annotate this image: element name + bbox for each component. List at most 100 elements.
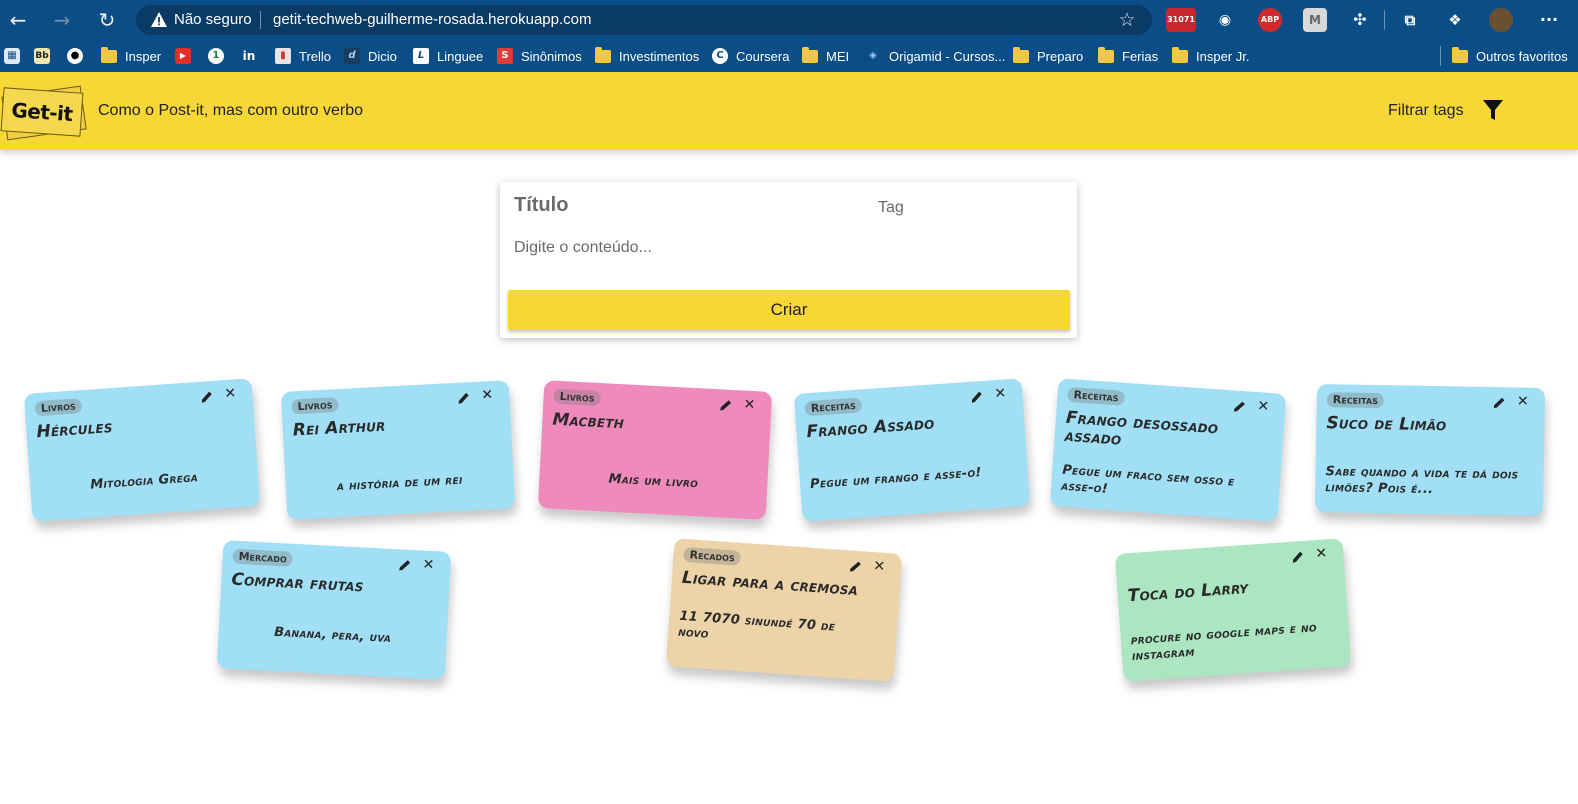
bookmark-dicio[interactable]: d Dicio xyxy=(344,45,397,67)
note-tag[interactable]: Recados xyxy=(683,546,742,566)
extensions-puzzle-icon[interactable]: ✣ xyxy=(1348,8,1372,32)
bookmark-linguee[interactable]: L Linguee xyxy=(413,45,483,67)
note-title: Toca do Larry xyxy=(1127,577,1249,607)
edit-icon[interactable] xyxy=(717,397,734,414)
browser-toolbar: ← → ↻ Não seguro getit-techweb-guilherme… xyxy=(0,0,1578,40)
bookmark-preparo[interactable]: Preparo xyxy=(1013,45,1083,67)
bookmark-mei[interactable]: MEI xyxy=(802,45,849,67)
bookmark-ferias[interactable]: Ferias xyxy=(1098,45,1158,67)
note-tag[interactable]: Receitas xyxy=(1067,386,1126,406)
bookmark-youtube[interactable]: ▶ xyxy=(175,45,191,67)
edit-icon[interactable] xyxy=(198,389,215,406)
bookmark-label: Sinônimos xyxy=(521,48,582,64)
close-icon[interactable]: ✕ xyxy=(1515,392,1531,410)
bookmark-investimentos[interactable]: Investimentos xyxy=(595,45,699,67)
bookmark-insper-app[interactable]: ▦ xyxy=(4,45,20,67)
url-text[interactable]: getit-techweb-guilherme-rosada.herokuapp… xyxy=(273,11,592,28)
adblock-extension-icon[interactable]: ABP xyxy=(1258,8,1282,32)
close-icon[interactable]: ✕ xyxy=(992,384,1009,403)
tag-input[interactable] xyxy=(878,196,1058,220)
bookmark-bb[interactable]: Bb xyxy=(34,45,50,67)
create-button[interactable]: Criar xyxy=(508,290,1070,330)
edit-icon[interactable] xyxy=(455,390,472,407)
extension-badge: 31071 xyxy=(1167,15,1195,24)
bookmark-label: Outros favoritos xyxy=(1476,48,1568,64)
note-content: Pegue um frango e asse-o! xyxy=(809,465,983,493)
note-card[interactable]: Recados ✕ Ligar para a cremosa 11 7070 s… xyxy=(665,538,903,682)
address-bar[interactable]: Não seguro getit-techweb-guilherme-rosad… xyxy=(136,5,1152,35)
linkedin-icon: in xyxy=(242,49,256,63)
close-icon[interactable]: ✕ xyxy=(479,386,496,405)
bookmark-trello[interactable]: ▮ Trello xyxy=(275,45,331,67)
reload-icon[interactable]: ↻ xyxy=(93,6,121,34)
title-input[interactable] xyxy=(514,190,854,220)
note-content: Mais um livro xyxy=(608,471,699,492)
m-extension-icon[interactable]: M xyxy=(1303,8,1327,32)
folder-icon xyxy=(101,46,117,63)
bookmark-linkedin[interactable]: in xyxy=(241,45,257,67)
bookmark-github[interactable]: ● xyxy=(67,45,83,67)
note-card[interactable]: Receitas ✕ Suco de Limão Sabe quando a v… xyxy=(1314,384,1546,516)
note-tag[interactable]: Receitas xyxy=(1326,392,1385,409)
spy-extension-icon[interactable]: ◉ xyxy=(1213,8,1237,32)
app-icon: ▦ xyxy=(4,48,20,64)
edit-icon[interactable] xyxy=(1491,395,1507,411)
note-card[interactable]: Livros ✕ Hércules Mitologia Grega xyxy=(23,378,261,522)
edit-icon[interactable] xyxy=(1289,549,1306,566)
note-title: Macbeth xyxy=(551,409,625,434)
filter-icon[interactable] xyxy=(1481,98,1505,122)
note-content: a história de um rei xyxy=(336,472,463,495)
close-icon[interactable]: ✕ xyxy=(741,395,758,414)
bookmark-origamid[interactable]: ◈ Origamid - Cursos... xyxy=(865,45,1005,67)
origamid-icon: ◈ xyxy=(869,50,877,61)
favorite-star-icon[interactable]: ☆ xyxy=(1116,9,1138,31)
back-icon[interactable]: ← xyxy=(4,6,32,34)
note-tag[interactable]: Livros xyxy=(34,398,83,417)
bookmark-sinonimos[interactable]: S Sinônimos xyxy=(497,45,582,67)
content-input[interactable] xyxy=(514,234,1062,262)
not-secure-label[interactable]: Não seguro xyxy=(174,11,252,28)
note-card[interactable]: Receitas ✕ Frango desossado assado Pegue… xyxy=(1049,378,1287,522)
bookmark-one[interactable]: 1 xyxy=(208,45,224,67)
performance-icon[interactable]: ❖ xyxy=(1443,8,1467,32)
note-content: Sabe quando a vida te dá dois limões? Po… xyxy=(1325,464,1519,498)
edit-icon[interactable] xyxy=(396,557,413,574)
note-card[interactable]: Livros ✕ Macbeth Mais um livro xyxy=(537,380,773,520)
bookmarks-bar: ▦ Bb ● Insper ▶ 1 in ▮ Trello d Dicio L Lin… xyxy=(0,40,1578,72)
coursera-icon: C xyxy=(712,48,728,64)
bookmark-label: Preparo xyxy=(1037,48,1084,64)
note-tag[interactable]: Receitas xyxy=(804,397,863,417)
note-card[interactable]: Receitas ✕ Frango Assado Pegue um frango… xyxy=(793,378,1031,522)
close-icon[interactable]: ✕ xyxy=(222,384,239,403)
bookmark-coursera[interactable]: C Coursera xyxy=(712,45,789,67)
logo-front-note: Get-it xyxy=(0,87,84,137)
bookmark-outros-favoritos[interactable]: Outros favoritos xyxy=(1452,45,1568,67)
edit-icon[interactable] xyxy=(847,558,864,575)
edit-icon[interactable] xyxy=(1231,398,1248,415)
bookmark-insper-jr[interactable]: Insper Jr. xyxy=(1172,45,1249,67)
note-card[interactable]: Mercado ✕ Comprar frutas Banana, pera, u… xyxy=(216,540,452,680)
abp-label: ABP xyxy=(1260,15,1280,24)
close-icon[interactable]: ✕ xyxy=(871,557,888,576)
collections-icon[interactable]: ⧉ xyxy=(1398,8,1422,32)
bookmarks-divider xyxy=(1440,46,1441,66)
close-icon[interactable]: ✕ xyxy=(1255,397,1272,416)
filter-tags-label[interactable]: Filtrar tags xyxy=(1388,102,1464,120)
edit-icon[interactable] xyxy=(968,389,985,406)
profile-avatar[interactable] xyxy=(1489,8,1513,32)
note-title: Hércules xyxy=(35,417,114,443)
close-icon[interactable]: ✕ xyxy=(1313,544,1330,563)
folder-icon xyxy=(1013,46,1029,63)
note-card[interactable]: ✕ Toca do Larry procure no google maps e… xyxy=(1114,538,1352,682)
bookmark-insper[interactable]: Insper xyxy=(101,45,161,67)
note-tag[interactable]: Livros xyxy=(291,397,339,415)
folder-icon xyxy=(802,46,818,63)
note-tag[interactable]: Mercado xyxy=(232,548,294,567)
more-menu-icon[interactable]: ··· xyxy=(1534,8,1564,32)
get-it-logo[interactable]: Get-it xyxy=(0,85,87,141)
note-tag[interactable]: Livros xyxy=(553,388,601,407)
forward-icon[interactable]: → xyxy=(48,6,76,34)
close-icon[interactable]: ✕ xyxy=(420,555,437,574)
gmail-checker-extension-icon[interactable]: 31071 xyxy=(1166,8,1196,32)
note-card[interactable]: Livros ✕ Rei Arthur a história de um rei xyxy=(280,380,516,520)
